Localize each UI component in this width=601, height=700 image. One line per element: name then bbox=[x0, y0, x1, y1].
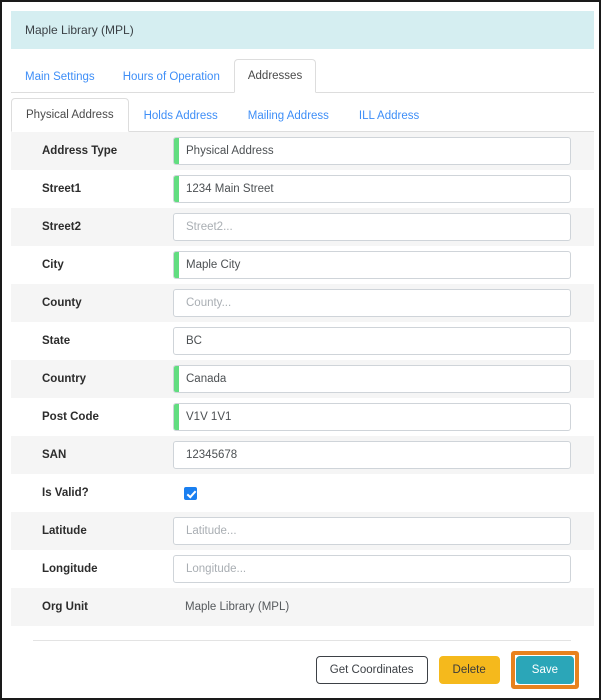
field-control: Physical Address bbox=[173, 137, 594, 165]
field-label: Street2 bbox=[42, 221, 81, 233]
form-row: Street1 1234 Main Street bbox=[11, 170, 594, 208]
form-row: Address Type Physical Address bbox=[11, 132, 594, 170]
org-unit-value: Maple Library (MPL) bbox=[185, 601, 290, 613]
field-control: Canada bbox=[173, 365, 594, 393]
field-label: Is Valid? bbox=[42, 487, 89, 499]
field-label: SAN bbox=[42, 449, 67, 461]
save-button-highlight: Save bbox=[510, 651, 579, 689]
street1-input[interactable]: 1234 Main Street bbox=[173, 175, 571, 203]
tab-main-settings[interactable]: Main Settings bbox=[11, 61, 109, 92]
country-input[interactable]: Canada bbox=[173, 365, 571, 393]
field-label: State bbox=[42, 335, 71, 347]
form-row: Latitude Latitude... bbox=[11, 512, 594, 550]
tab-hours-of-operation[interactable]: Hours of Operation bbox=[109, 61, 234, 92]
field-label: Address Type bbox=[42, 145, 118, 157]
org-title: Maple Library (MPL) bbox=[25, 23, 134, 37]
field-control bbox=[173, 486, 594, 500]
application-window: Maple Library (MPL) Main Settings Hours o… bbox=[0, 0, 601, 700]
field-control: Maple City bbox=[173, 251, 594, 279]
form-row: City Maple City bbox=[11, 246, 594, 284]
city-input[interactable]: Maple City bbox=[173, 251, 571, 279]
address-form: Address Type Physical Address Street1 1234 … bbox=[11, 132, 594, 626]
field-control: BC bbox=[173, 327, 594, 355]
san-input[interactable]: 12345678 bbox=[173, 441, 571, 469]
primary-tab-bar: Main Settings Hours of Operation Addresses bbox=[11, 59, 594, 93]
form-row: Country Canada bbox=[11, 360, 594, 398]
field-label: Post Code bbox=[42, 411, 99, 423]
field-label: County bbox=[42, 297, 82, 309]
form-row: County County... bbox=[11, 284, 594, 322]
tab-ill-address[interactable]: ILL Address bbox=[344, 100, 434, 131]
post-code-input[interactable]: V1V 1V1 bbox=[173, 403, 571, 431]
address-tab-bar: Physical Address Holds Address Mailing Add… bbox=[11, 98, 594, 132]
field-control: Maple Library (MPL) bbox=[173, 597, 594, 617]
tab-holds-address[interactable]: Holds Address bbox=[129, 100, 233, 131]
county-input[interactable]: County... bbox=[173, 289, 571, 317]
tab-addresses[interactable]: Addresses bbox=[233, 59, 317, 93]
delete-button[interactable]: Delete bbox=[438, 656, 500, 684]
is-valid-checkbox[interactable] bbox=[184, 486, 197, 500]
save-button[interactable]: Save bbox=[515, 656, 574, 684]
field-label: Country bbox=[42, 373, 87, 385]
form-row: Street2 Street2... bbox=[11, 208, 594, 246]
tab-mailing-address[interactable]: Mailing Address bbox=[233, 100, 344, 131]
field-control: 1234 Main Street bbox=[173, 175, 594, 203]
street2-input[interactable]: Street2... bbox=[173, 213, 571, 241]
field-control: Street2... bbox=[173, 213, 594, 241]
get-coordinates-button[interactable]: Get Coordinates bbox=[315, 656, 428, 684]
field-control: V1V 1V1 bbox=[173, 403, 594, 431]
latitude-input[interactable]: Latitude... bbox=[173, 517, 571, 545]
form-row: Is Valid? bbox=[11, 474, 594, 512]
form-row: SAN 12345678 bbox=[11, 436, 594, 474]
field-control: County... bbox=[173, 289, 594, 317]
address-type-input[interactable]: Physical Address bbox=[173, 137, 571, 165]
field-label: Latitude bbox=[42, 525, 87, 537]
form-row: Longitude Longitude... bbox=[11, 550, 594, 588]
org-header-banner: Maple Library (MPL) bbox=[11, 11, 594, 49]
field-label: Org Unit bbox=[42, 601, 88, 613]
tab-physical-address[interactable]: Physical Address bbox=[11, 98, 129, 132]
field-control: Latitude... bbox=[173, 517, 594, 545]
form-row: State BC bbox=[11, 322, 594, 360]
form-row: Org Unit Maple Library (MPL) bbox=[11, 588, 594, 626]
state-input[interactable]: BC bbox=[173, 327, 571, 355]
field-label: Longitude bbox=[42, 563, 98, 575]
footer-divider bbox=[33, 640, 571, 641]
longitude-input[interactable]: Longitude... bbox=[173, 555, 571, 583]
field-label: City bbox=[42, 259, 64, 271]
field-control: Longitude... bbox=[173, 555, 594, 583]
field-control: 12345678 bbox=[173, 441, 594, 469]
field-label: Street1 bbox=[42, 183, 81, 195]
form-row: Post Code V1V 1V1 bbox=[11, 398, 594, 436]
form-footer: Get Coordinates Delete Save bbox=[11, 647, 594, 693]
